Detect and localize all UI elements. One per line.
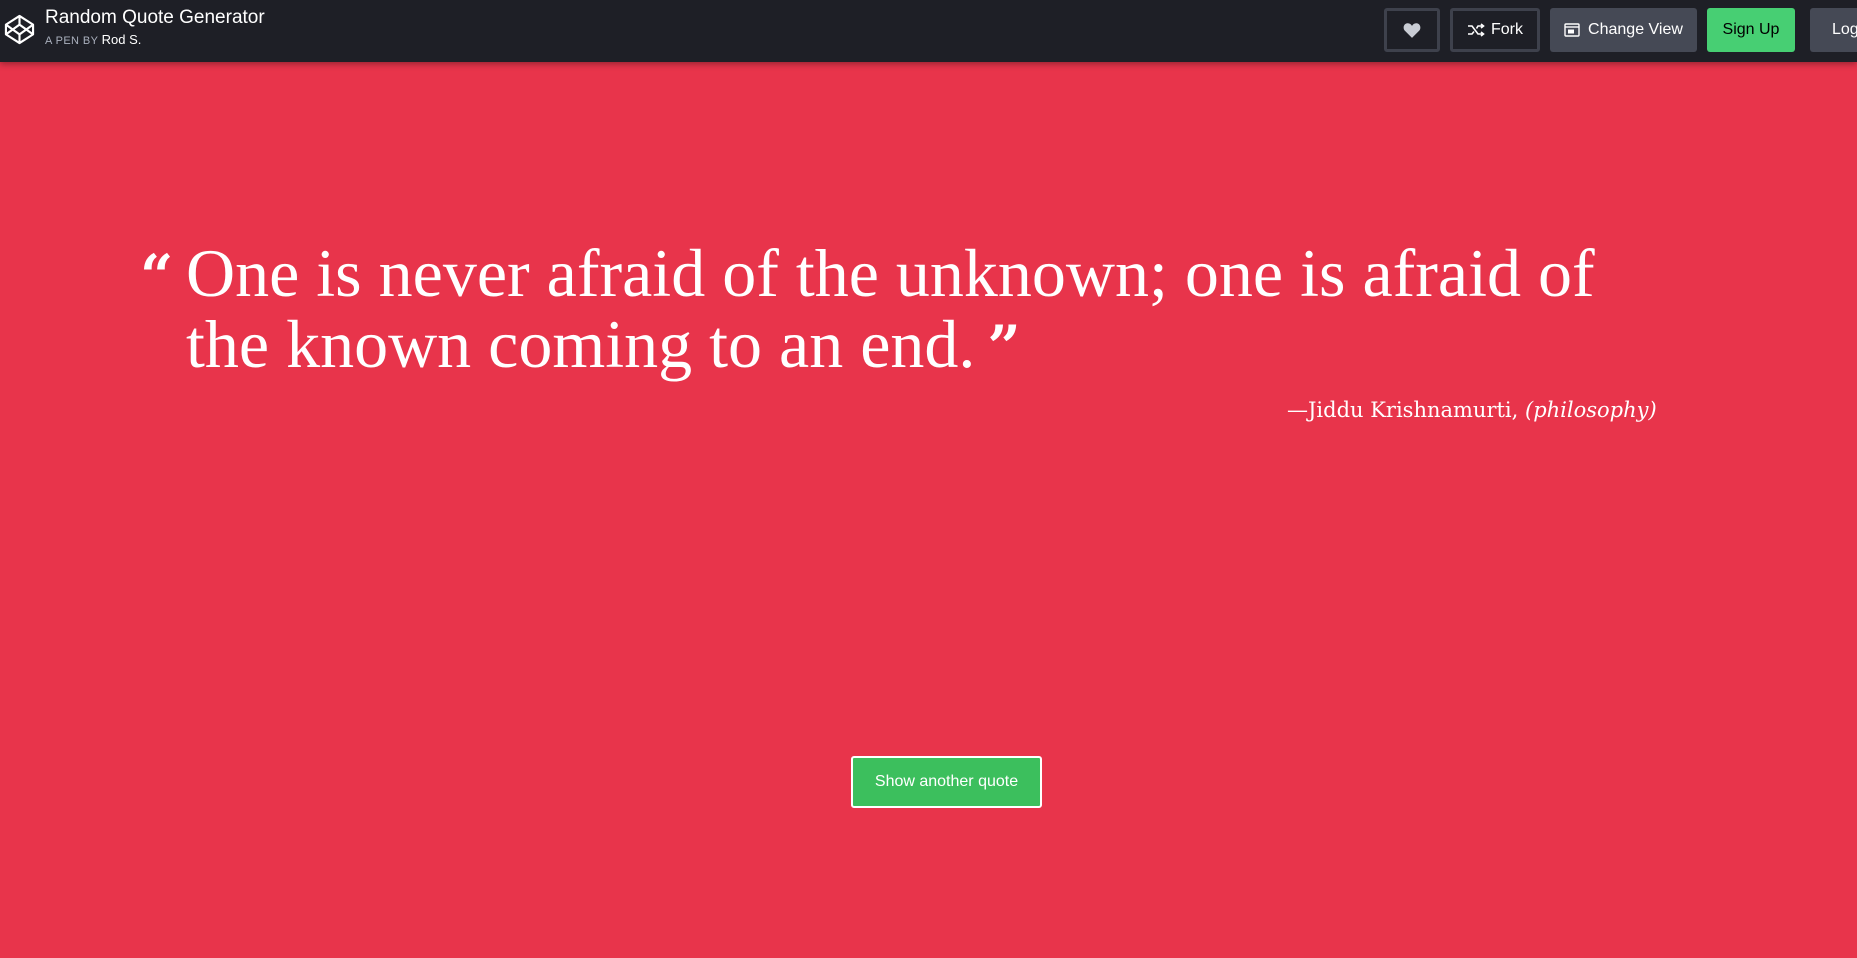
pen-title[interactable]: Random Quote Generator (45, 6, 265, 30)
quote-text-container: One is never afraid of the unknown; one … (186, 238, 1666, 380)
fork-label: Fork (1491, 21, 1523, 38)
sign-up-button[interactable]: Sign Up (1707, 8, 1795, 52)
pen-info: Random Quote Generator A PEN BY Rod S. (45, 6, 265, 47)
close-quote-icon: ” (987, 313, 1021, 381)
fork-icon (1468, 23, 1485, 37)
quote-category: (philosophy) (1525, 398, 1657, 422)
pen-meta: A PEN BY Rod S. (45, 32, 265, 47)
pen-author-link[interactable]: Rod S. (102, 32, 142, 47)
codepen-logo-icon[interactable] (4, 14, 35, 45)
fork-button[interactable]: Fork (1450, 8, 1540, 52)
heart-button[interactable] (1384, 8, 1440, 52)
quote-text: One is never afraid of the unknown; one … (186, 235, 1595, 382)
quote-author: —Jiddu Krishnamurti, (1287, 398, 1519, 422)
change-view-icon (1564, 23, 1580, 37)
log-in-button[interactable]: Log (1810, 8, 1857, 52)
open-quote-icon: “ (140, 242, 174, 310)
change-view-label: Change View (1588, 21, 1683, 38)
quote-attribution: —Jiddu Krishnamurti, (philosophy) (1287, 398, 1657, 422)
pen-meta-prefix: A PEN BY (45, 35, 99, 47)
heart-icon (1403, 23, 1421, 38)
top-bar: Random Quote Generator A PEN BY Rod S. F… (0, 0, 1857, 62)
quote-block: “ One is never afraid of the unknown; on… (140, 238, 1700, 380)
change-view-button[interactable]: Change View (1550, 8, 1697, 52)
show-another-quote-button[interactable]: Show another quote (851, 756, 1042, 808)
